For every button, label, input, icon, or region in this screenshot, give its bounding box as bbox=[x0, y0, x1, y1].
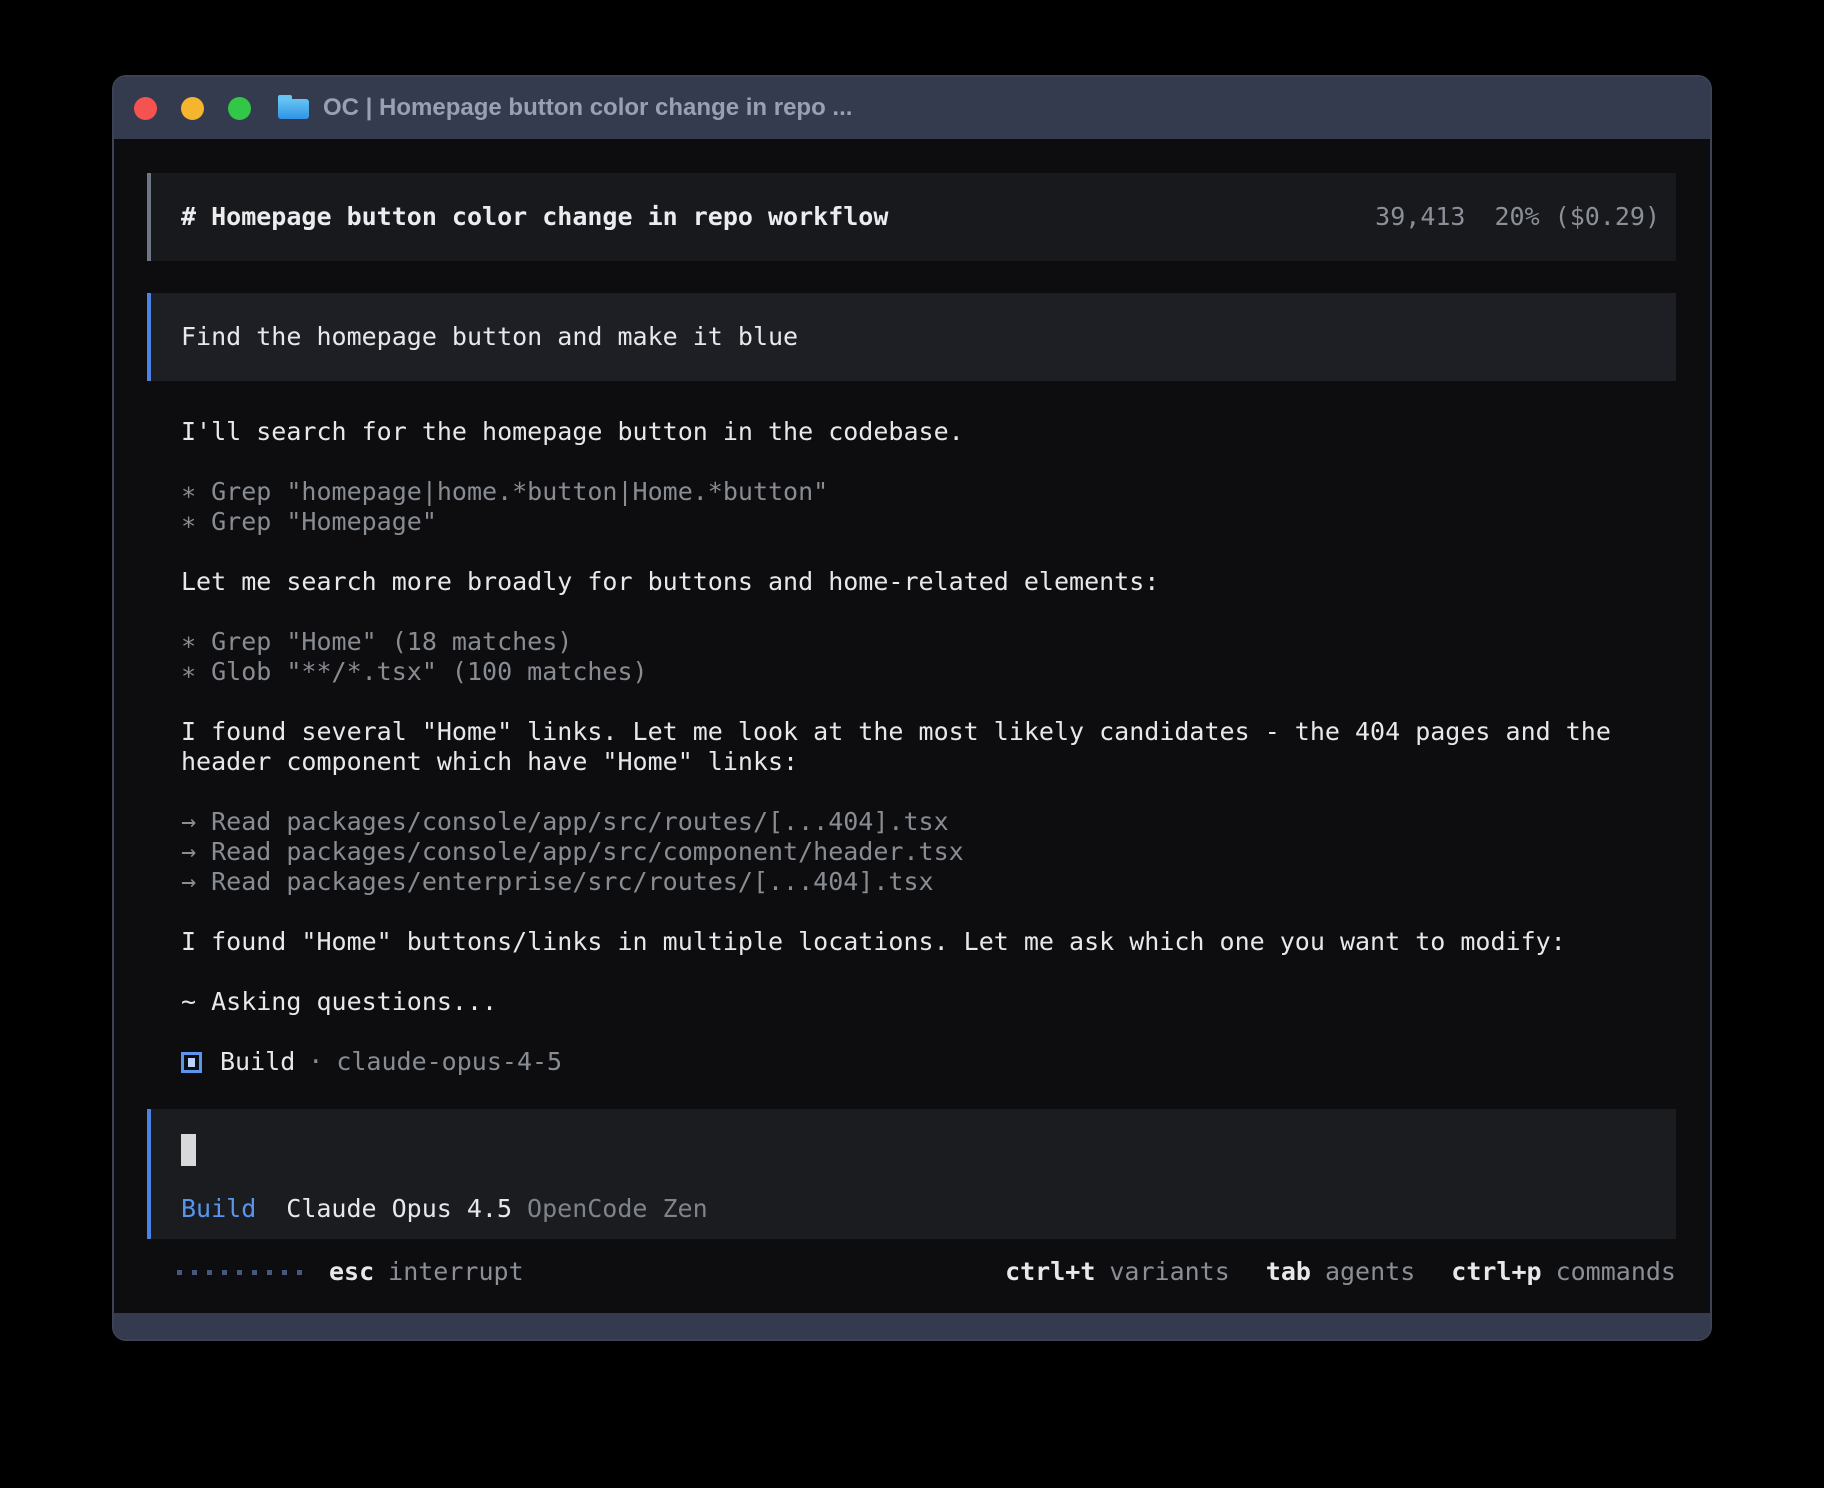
mode-label: Build bbox=[181, 1194, 256, 1224]
tool-call-read: → Read packages/console/app/src/routes/[… bbox=[181, 807, 1642, 837]
input-meta-row: Build Claude Opus 4.5 OpenCode Zen bbox=[181, 1194, 1646, 1224]
assistant-text: I found several "Home" links. Let me loo… bbox=[181, 717, 1642, 777]
user-message: Find the homepage button and make it blu… bbox=[147, 293, 1676, 381]
tool-call-grep: ∗ Grep "Homepage" bbox=[181, 507, 1642, 537]
hint-label: commands bbox=[1556, 1257, 1676, 1287]
window-title: OC | Homepage button color change in rep… bbox=[323, 94, 852, 122]
token-count: 39,413 bbox=[1375, 202, 1465, 232]
hint-commands: ctrl+p commands bbox=[1451, 1257, 1676, 1287]
minimize-button[interactable] bbox=[181, 97, 204, 120]
provider-label: OpenCode Zen bbox=[527, 1194, 708, 1224]
assistant-transcript: I'll search for the homepage button in t… bbox=[147, 417, 1676, 1077]
agent-name: Build bbox=[220, 1047, 295, 1077]
agent-badge-row: Build · claude-opus-4-5 bbox=[181, 1047, 1642, 1077]
status-bar: esc interrupt ctrl+t variants tab agents… bbox=[147, 1257, 1676, 1287]
hint-variants: ctrl+t variants bbox=[1005, 1257, 1230, 1287]
tool-call-grep: ∗ Grep "homepage|home.*button|Home.*butt… bbox=[181, 477, 1642, 507]
tool-call-grep: ∗ Grep "Home" (18 matches) bbox=[181, 627, 1642, 657]
session-title: # Homepage button color change in repo w… bbox=[181, 202, 888, 232]
hint-key: tab bbox=[1266, 1257, 1311, 1287]
tool-call-read: → Read packages/console/app/src/componen… bbox=[181, 837, 1642, 867]
session-header: # Homepage button color change in repo w… bbox=[147, 173, 1676, 261]
hint-key: esc bbox=[329, 1257, 374, 1287]
hint-key: ctrl+t bbox=[1005, 1257, 1095, 1287]
assistant-text: Let me search more broadly for buttons a… bbox=[181, 567, 1642, 597]
hint-agents: tab agents bbox=[1266, 1257, 1415, 1287]
hint-label: agents bbox=[1325, 1257, 1415, 1287]
close-button[interactable] bbox=[134, 97, 157, 120]
traffic-lights bbox=[134, 97, 251, 120]
hint-label: variants bbox=[1109, 1257, 1229, 1287]
tool-call-glob: ∗ Glob "**/*.tsx" (100 matches) bbox=[181, 657, 1642, 687]
assistant-text: I found "Home" buttons/links in multiple… bbox=[181, 927, 1642, 957]
window-titlebar[interactable]: OC | Homepage button color change in rep… bbox=[114, 77, 1710, 139]
hint-key: ctrl+p bbox=[1451, 1257, 1541, 1287]
window-bottom-chrome bbox=[114, 1313, 1710, 1339]
agent-model: claude-opus-4-5 bbox=[336, 1047, 562, 1077]
model-label: Claude Opus 4.5 bbox=[286, 1194, 512, 1224]
tool-call-read: → Read packages/enterprise/src/routes/[.… bbox=[181, 867, 1642, 897]
hint-label: interrupt bbox=[388, 1257, 523, 1287]
build-agent-icon bbox=[181, 1052, 202, 1073]
text-cursor bbox=[181, 1134, 196, 1166]
terminal-window: OC | Homepage button color change in rep… bbox=[112, 75, 1712, 1341]
zoom-button[interactable] bbox=[228, 97, 251, 120]
user-message-text: Find the homepage button and make it blu… bbox=[181, 322, 798, 351]
asking-questions-status: ~ Asking questions... bbox=[181, 987, 1642, 1017]
session-cost: ($0.29) bbox=[1555, 202, 1660, 232]
prompt-input[interactable]: Build Claude Opus 4.5 OpenCode Zen bbox=[147, 1109, 1676, 1239]
working-spinner-dots bbox=[177, 1270, 302, 1275]
terminal-main: # Homepage button color change in repo w… bbox=[114, 139, 1710, 1313]
hint-interrupt: esc interrupt bbox=[329, 1257, 524, 1287]
session-stats: 39,413 20% ($0.29) bbox=[1375, 202, 1660, 232]
assistant-text: I'll search for the homepage button in t… bbox=[181, 417, 1642, 447]
context-percent: 20% bbox=[1494, 202, 1539, 232]
agent-separator: · bbox=[308, 1047, 323, 1077]
folder-icon bbox=[278, 97, 309, 119]
